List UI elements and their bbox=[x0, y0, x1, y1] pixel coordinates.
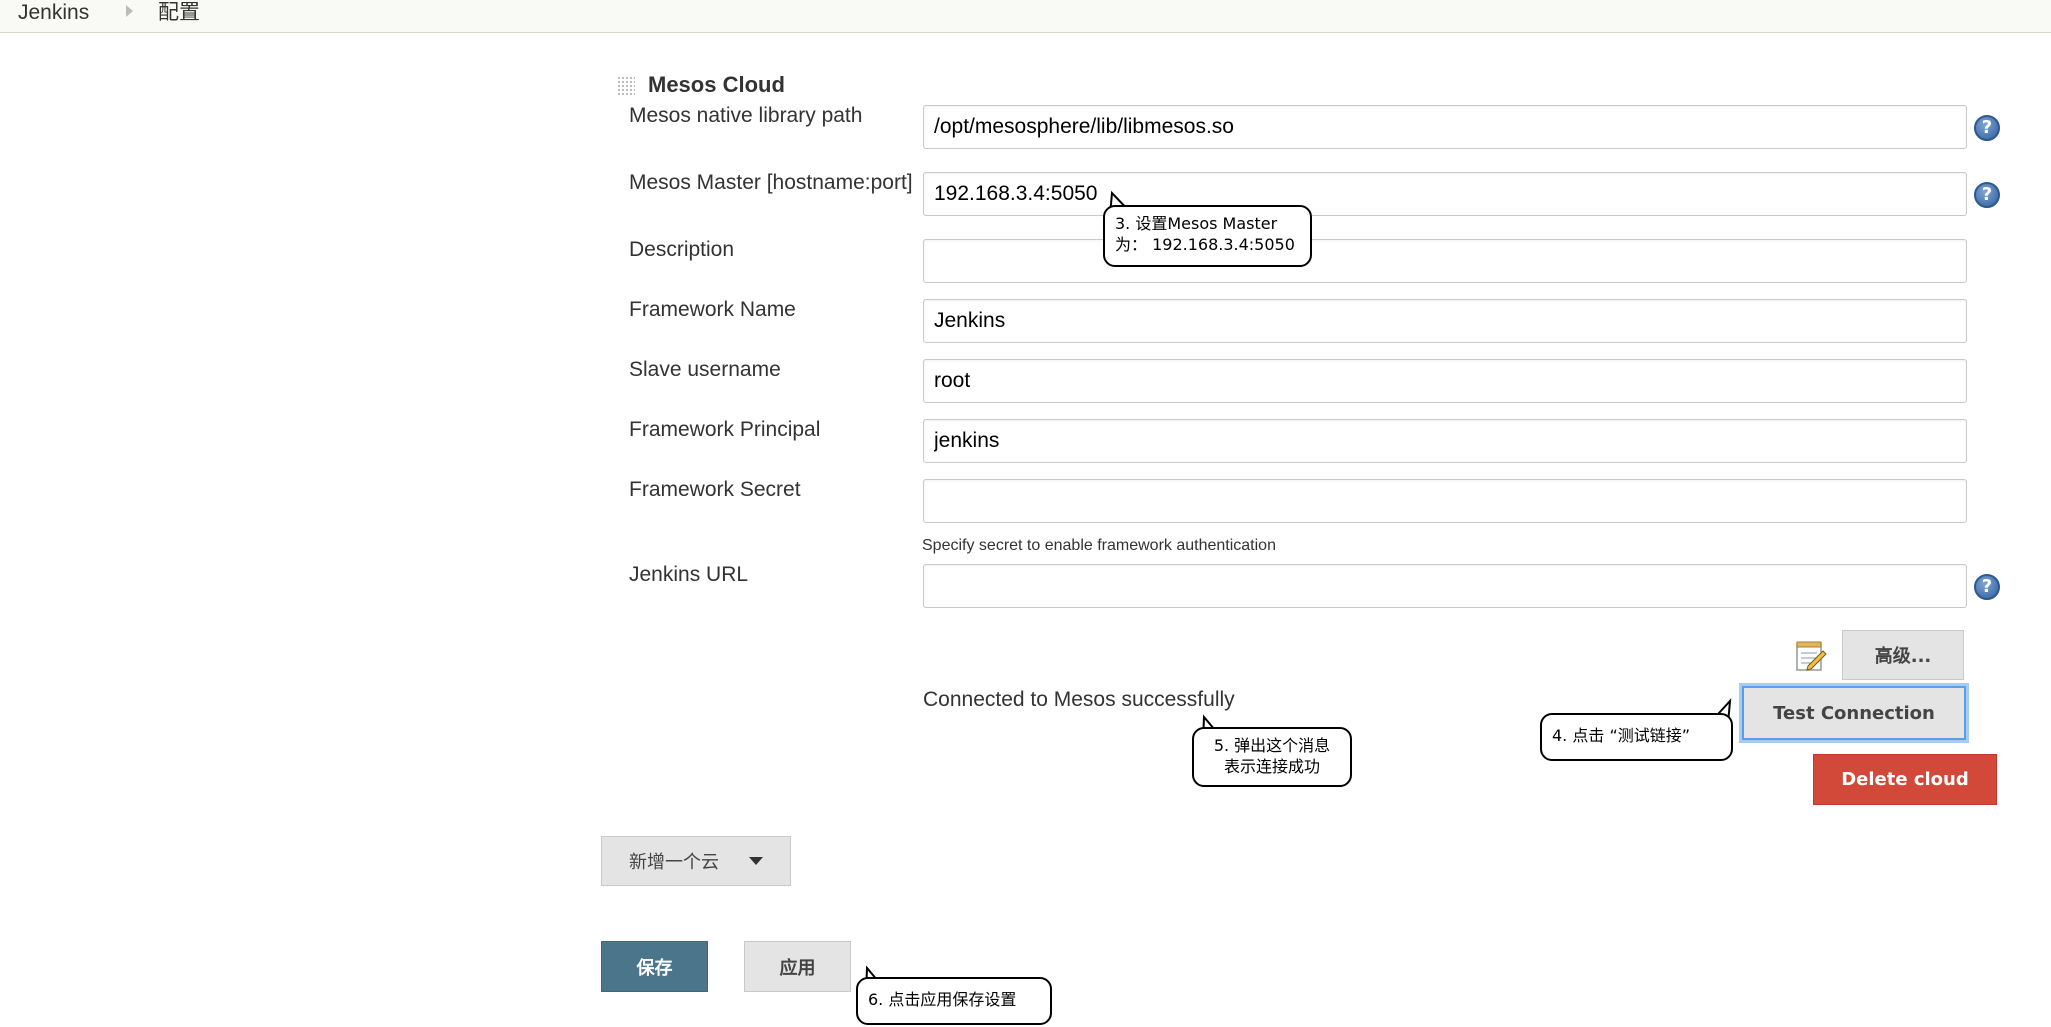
breadcrumb-home-link[interactable]: Jenkins bbox=[18, 0, 89, 26]
help-icon[interactable]: ? bbox=[1974, 115, 2000, 141]
annotation-text: 5. 弹出这个消息 bbox=[1213, 736, 1331, 755]
description-label: Description bbox=[629, 238, 735, 261]
help-icon[interactable]: ? bbox=[1974, 182, 2000, 208]
slave-username-input[interactable] bbox=[923, 359, 1967, 403]
slave-username-label: Slave username bbox=[629, 358, 781, 381]
drag-handle-icon[interactable] bbox=[617, 76, 635, 96]
chevron-right-icon bbox=[126, 5, 133, 17]
annotation-text: 3. 设置Mesos Master bbox=[1115, 214, 1278, 233]
framework-name-input[interactable] bbox=[923, 299, 1967, 343]
save-button[interactable]: 保存 bbox=[601, 941, 708, 992]
jenkins-url-input[interactable] bbox=[923, 564, 1967, 608]
breadcrumb: Jenkins 配置 bbox=[0, 0, 2051, 33]
mesos-master-input[interactable] bbox=[923, 172, 1967, 216]
framework-secret-label: Framework Secret bbox=[629, 478, 801, 501]
framework-secret-input[interactable] bbox=[923, 479, 1967, 523]
help-icon[interactable]: ? bbox=[1974, 574, 2000, 600]
annotation-callout-step6: 6. 点击应用保存设置 bbox=[856, 977, 1052, 1025]
delete-cloud-button[interactable]: Delete cloud bbox=[1813, 754, 1997, 805]
mesos-master-label: Mesos Master [hostname:port] bbox=[629, 171, 913, 194]
jenkins-url-label: Jenkins URL bbox=[629, 563, 749, 586]
notepad-icon bbox=[1796, 641, 1827, 671]
test-connection-button[interactable]: Test Connection bbox=[1742, 686, 1966, 740]
annotation-text: 为： 192.168.3.4:5050 bbox=[1115, 235, 1295, 254]
annotation-callout-step5: 5. 弹出这个消息 表示连接成功 bbox=[1192, 727, 1352, 787]
breadcrumb-current: 配置 bbox=[158, 1, 200, 24]
apply-button[interactable]: 应用 bbox=[744, 941, 851, 992]
mesos-library-path-input[interactable] bbox=[923, 105, 1967, 149]
connection-status-message: Connected to Mesos successfully bbox=[923, 688, 1235, 711]
advanced-button[interactable]: 高级... bbox=[1842, 630, 1964, 680]
framework-principal-input[interactable] bbox=[923, 419, 1967, 463]
annotation-callout-step4: 4. 点击 “测试链接” bbox=[1540, 713, 1733, 761]
secret-hint: Specify secret to enable framework authe… bbox=[922, 537, 1276, 554]
chevron-down-icon bbox=[749, 857, 763, 865]
section-title: Mesos Cloud bbox=[648, 72, 785, 97]
add-cloud-button[interactable]: 新增一个云 bbox=[601, 836, 791, 886]
annotation-text: 表示连接成功 bbox=[1223, 757, 1320, 776]
framework-principal-label: Framework Principal bbox=[629, 418, 821, 441]
add-cloud-label: 新增一个云 bbox=[629, 852, 719, 873]
annotation-callout-step3: 3. 设置Mesos Master 为： 192.168.3.4:5050 bbox=[1103, 205, 1312, 267]
mesos-library-path-label: Mesos native library path bbox=[629, 104, 863, 127]
framework-name-label: Framework Name bbox=[629, 298, 796, 321]
description-input[interactable] bbox=[923, 239, 1967, 283]
